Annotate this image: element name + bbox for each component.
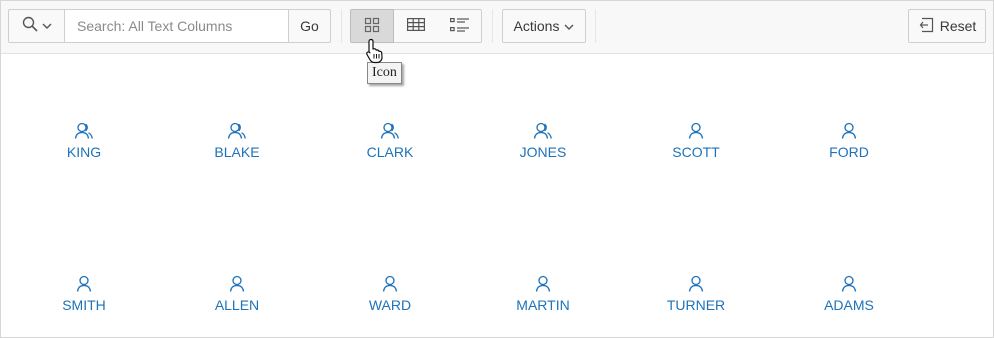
icon-card[interactable]: ALLEN [162,271,312,321]
reset-label: Reset [939,18,977,34]
icon-card[interactable]: SCOTT [621,118,771,168]
interactive-report: Go [0,0,994,338]
icon-card-label[interactable]: ADAMS [824,297,874,313]
toolbar-divider [595,9,596,43]
user-icon [229,271,245,293]
reset-button[interactable]: Reset [908,9,986,43]
detail-view-button[interactable] [438,9,482,43]
chevron-down-icon [564,18,574,34]
toolbar-divider [341,9,342,43]
icon-card[interactable]: FORD [774,118,924,168]
users-icon [380,118,400,140]
search-column-menu[interactable] [8,9,64,43]
icon-card-label[interactable]: MARTIN [516,297,569,313]
reset-icon [918,17,934,36]
user-icon [535,271,551,293]
icon-view-grid: KING BLAKE CLARK JONES SCOTT FORD SMITH ALLEN WA… [1,54,993,337]
user-icon [382,271,398,293]
report-view-button[interactable] [394,9,439,43]
icon-card-label[interactable]: ALLEN [215,297,259,313]
icon-card[interactable]: SMITH [9,271,159,321]
icon-card[interactable]: KING [9,118,159,168]
actions-menu-button[interactable]: Actions [502,9,586,43]
icon-card-label[interactable]: KING [67,144,101,160]
chevron-down-icon [42,17,52,35]
search-icon [22,16,38,37]
search-input[interactable] [64,9,289,43]
icon-card-label[interactable]: BLAKE [214,144,259,160]
user-icon [76,271,92,293]
icon-card[interactable]: WARD [315,271,465,321]
user-icon [688,118,704,140]
user-icon [841,118,857,140]
users-icon [227,118,247,140]
toolbar-divider [492,9,493,43]
grid-icon [364,17,380,36]
icon-card[interactable]: ADAMS [774,271,924,321]
user-icon [841,271,857,293]
user-icon [688,271,704,293]
icon-card-label[interactable]: JONES [520,144,567,160]
icon-card[interactable]: BLAKE [162,118,312,168]
hand-cursor-icon [365,38,385,69]
users-icon [74,118,94,140]
icon-card-label[interactable]: TURNER [667,297,725,313]
icon-card[interactable]: MARTIN [468,271,618,321]
icon-card-label[interactable]: WARD [369,297,411,313]
icon-card[interactable]: CLARK [315,118,465,168]
go-button[interactable]: Go [288,9,331,43]
table-icon [407,18,425,34]
icon-card[interactable]: TURNER [621,271,771,321]
users-icon [533,118,553,140]
icon-card-label[interactable]: SMITH [62,297,106,313]
icon-card-label[interactable]: FORD [829,144,869,160]
list-icon [449,17,470,36]
icon-card[interactable]: JONES [468,118,618,168]
icon-card-label[interactable]: SCOTT [672,144,719,160]
report-toolbar: Go [1,1,993,54]
actions-label: Actions [513,18,560,34]
icon-card-label[interactable]: CLARK [367,144,414,160]
